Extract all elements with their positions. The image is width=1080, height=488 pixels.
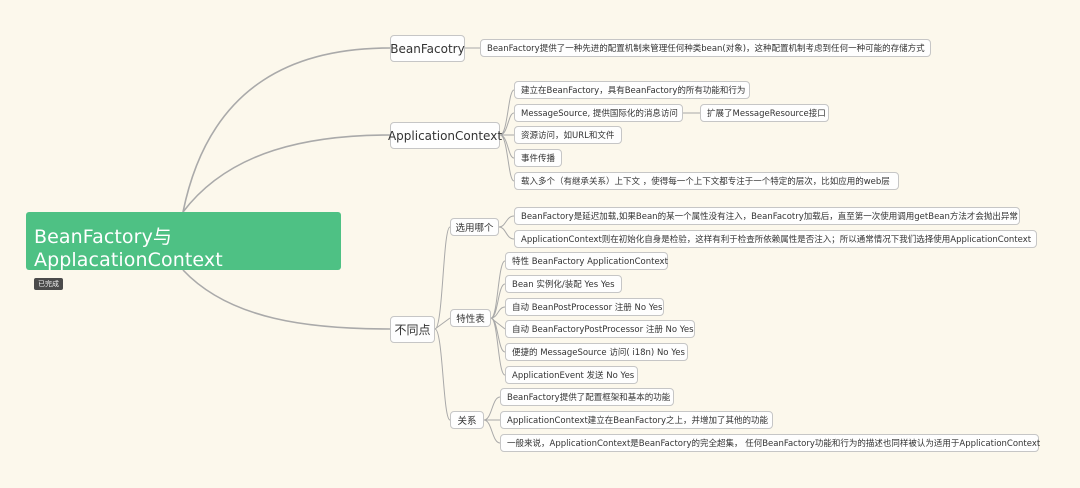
link-table-items — [490, 260, 506, 376]
root-topic[interactable]: BeanFactory与ApplacationContext 已完成 — [26, 212, 341, 290]
topic-applicationcontext[interactable]: ApplicationContext — [387, 122, 503, 149]
appcontext-item[interactable]: 载入多个（有继承关系）上下文 ，使得每一个上下文都专注于一个特定的层次，比如应用… — [514, 172, 899, 190]
choose-item[interactable]: BeanFactory是延迟加载,如果Bean的某一个属性没有注入，BeanFa… — [514, 207, 1020, 225]
link-root-appcontext — [182, 134, 391, 213]
relation-item[interactable]: ApplicationContext建立在BeanFactory之上，并增加了其… — [500, 411, 773, 429]
link-diff-children — [434, 226, 451, 421]
topic-beanfactory[interactable]: BeanFacotry — [390, 35, 465, 62]
topic-label: BeanFacotry — [390, 41, 465, 56]
beanfactory-desc[interactable]: BeanFactory提供了一种先进的配置机制来管理任何种类bean(对象)，这… — [480, 39, 931, 57]
feature-row[interactable]: 自动 BeanPostProcessor 注册 No Yes — [505, 298, 664, 316]
link-choose-items — [498, 215, 515, 240]
relation-item[interactable]: BeanFactory提供了配置框架和基本的功能 — [500, 388, 674, 406]
feature-row[interactable]: 特性 BeanFactory ApplicationContext — [505, 252, 668, 270]
feature-row[interactable]: Bean 实例化/装配 Yes Yes — [505, 275, 622, 293]
topic-relation[interactable]: 关系 — [450, 411, 484, 429]
topic-diff[interactable]: 不同点 — [390, 316, 435, 343]
link-appcontext-items — [499, 89, 515, 182]
appcontext-item[interactable]: 事件传播 — [514, 149, 562, 167]
link-relation-items — [483, 396, 501, 444]
relation-item[interactable]: 一般来说，ApplicationContext是BeanFactory的完全超集… — [500, 434, 1040, 452]
choose-item[interactable]: ApplicationContext则在初始化自身是检验，这样有利于检查所依赖属… — [514, 230, 1037, 248]
topic-feature-table[interactable]: 特性表 — [450, 309, 491, 327]
topic-label: ApplicationContext — [387, 128, 503, 143]
appcontext-sub-item[interactable]: 扩展了MessageResource接口 — [700, 104, 829, 122]
feature-row[interactable]: 便捷的 MessageSource 访问( i18n) No Yes — [505, 343, 688, 361]
appcontext-item[interactable]: MessageSource, 提供国际化的消息访问 — [514, 104, 683, 122]
root-title: BeanFactory与ApplacationContext — [34, 226, 223, 271]
appcontext-item[interactable]: 建立在BeanFactory，具有BeanFactory的所有功能和行为 — [514, 81, 750, 99]
appcontext-item[interactable]: 资源访问，如URL和文件 — [514, 126, 622, 144]
feature-row[interactable]: ApplicationEvent 发送 No Yes — [505, 366, 638, 384]
feature-row[interactable]: 自动 BeanFactoryPostProcessor 注册 No Yes — [505, 320, 695, 338]
link-root-beanfactory — [182, 47, 391, 213]
topic-label: 不同点 — [394, 323, 431, 337]
status-tag: 已完成 — [34, 278, 63, 290]
topic-choose[interactable]: 选用哪个 — [450, 218, 499, 236]
